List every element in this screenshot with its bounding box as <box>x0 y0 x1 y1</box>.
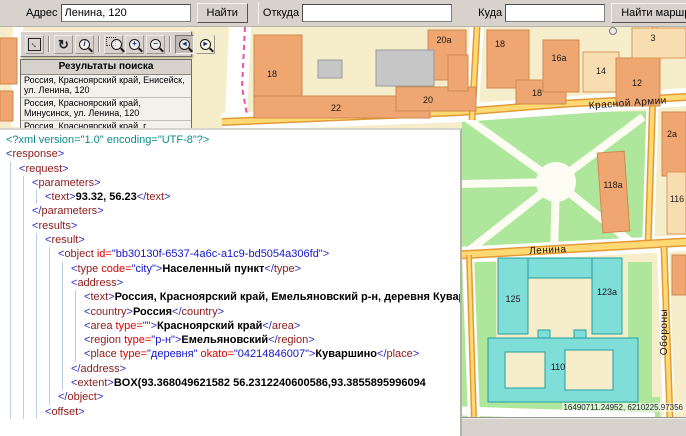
street-name-label: Обороны <box>658 309 670 355</box>
to-input[interactable] <box>505 4 605 22</box>
xml-line: </address> <box>6 362 460 376</box>
pan-button[interactable]: ↻ <box>54 35 73 54</box>
address-label: Адрес <box>26 7 58 19</box>
xml-line: <text>Россия, Красноярский край, Емельян… <box>6 290 460 304</box>
map-building-label: 22 <box>331 103 341 113</box>
map-building-label: 14 <box>596 66 606 76</box>
map-building <box>662 112 686 176</box>
zoom-out-button[interactable]: − <box>146 35 165 54</box>
find-button[interactable]: Найти <box>197 3 248 23</box>
to-label: Куда <box>478 7 502 19</box>
find-route-button[interactable]: Найти маршрут <box>611 3 686 23</box>
map-building-label: 123а <box>597 287 617 297</box>
identify-icon: i <box>79 39 90 50</box>
app-window: Адрес Найти Откуда Куда Найти маршрут 18… <box>0 0 686 436</box>
map-building-label: 116 <box>670 194 684 204</box>
zoom-out-icon: − <box>150 39 161 50</box>
map-building-label: 2а <box>667 129 677 139</box>
toolbar-separator <box>48 36 50 52</box>
map-building <box>0 38 17 84</box>
zoom-in-button[interactable]: + <box>125 35 144 54</box>
xml-line: <country>Россия</country> <box>6 305 460 319</box>
map-street <box>236 27 240 122</box>
map-building <box>672 255 686 295</box>
map-toolbar: ↔↻i+−◂▸ <box>20 31 192 57</box>
park-plaza <box>536 162 576 202</box>
xml-line: <response> <box>6 147 460 161</box>
toolbar-separator <box>98 36 100 52</box>
toolbar-separator <box>169 36 171 52</box>
full-extent-icon: ↔ <box>28 38 41 51</box>
xml-line: <results> <box>6 219 460 233</box>
xml-line: <area type="">Красноярский край</area> <box>6 319 460 333</box>
map-poi <box>610 28 617 35</box>
map-building-label: 110 <box>551 362 565 372</box>
pan-icon: ↻ <box>58 38 69 51</box>
map-building-label: 18 <box>495 39 505 49</box>
xml-line: <request> <box>6 162 460 176</box>
building-courtyard <box>505 352 545 388</box>
map-building-label: 16а <box>551 53 566 63</box>
map-building-label: 12 <box>632 78 642 88</box>
map-building <box>543 40 579 92</box>
map-building-label: 20а <box>436 35 451 45</box>
xml-line: <type code="city">Населенный пункт</type… <box>6 262 460 276</box>
zoom-next-icon: ▸ <box>200 39 211 50</box>
full-extent-button[interactable]: ↔ <box>25 35 44 54</box>
xml-line: <text>93.32, 56.23</text> <box>6 190 460 204</box>
address-input[interactable] <box>61 4 191 22</box>
xml-line: <parameters> <box>6 176 460 190</box>
map-building <box>632 28 686 58</box>
map-building-label: 18 <box>532 88 542 98</box>
from-input[interactable] <box>302 4 452 22</box>
zoom-box-icon <box>106 39 122 50</box>
zoom-prev-icon: ◂ <box>179 39 190 50</box>
xml-body: <?xml version="1.0" encoding="UTF-8"?><r… <box>6 133 460 419</box>
xml-line: </parameters> <box>6 204 460 218</box>
xml-line: </object> <box>6 390 460 404</box>
xml-line: <result> <box>6 233 460 247</box>
zoom-box-button[interactable] <box>104 35 123 54</box>
zoom-prev-button[interactable]: ◂ <box>175 35 194 54</box>
xml-line: <address> <box>6 276 460 290</box>
map-building-label: 20 <box>423 95 433 105</box>
coordinates-readout: 16490711.24952, 6210225.97356 <box>562 403 684 412</box>
zoom-next-button[interactable]: ▸ <box>196 35 215 54</box>
map-building <box>597 151 630 233</box>
map-building-label: 125 <box>505 294 520 304</box>
identify-button[interactable]: i <box>75 35 94 54</box>
zoom-in-icon: + <box>129 39 140 50</box>
xml-line: <?xml version="1.0" encoding="UTF-8"?> <box>6 133 460 147</box>
map-building <box>318 60 342 78</box>
results-title: Результаты поиска <box>21 60 191 75</box>
search-result-item[interactable]: Россия, Красноярский край, Минусинск, ул… <box>21 98 191 121</box>
xml-line: <place type="деревня" okato="04214846007… <box>6 347 460 361</box>
search-toolbar: Адрес Найти Откуда Куда Найти маршрут <box>0 0 686 27</box>
map-building <box>487 30 529 88</box>
map-building <box>376 50 434 86</box>
status-bar <box>458 417 686 436</box>
map-building-label: 18 <box>267 69 277 79</box>
search-result-item[interactable]: Россия, Красноярский край, Енисейск, ул.… <box>21 75 191 98</box>
xml-line: <offset> <box>6 405 460 419</box>
from-label: Откуда <box>263 7 299 19</box>
building-courtyard <box>565 350 613 390</box>
xml-line: <region type="р-н">Емельяновский</region… <box>6 333 460 347</box>
toolbar-divider <box>258 2 259 24</box>
map-building-label: 118а <box>603 180 622 190</box>
xml-line: <extent>BOX(93.368049621582 56.231224060… <box>6 376 460 390</box>
street-name-label: Ленина <box>529 244 567 257</box>
map-building <box>0 91 13 121</box>
xml-response-panel: <?xml version="1.0" encoding="UTF-8"?><r… <box>0 128 462 436</box>
map-building <box>448 55 468 91</box>
xml-line: <object id="bb30130f-6537-4a6c-a1c9-bd50… <box>6 247 460 261</box>
map-building-label: 3 <box>650 33 655 43</box>
